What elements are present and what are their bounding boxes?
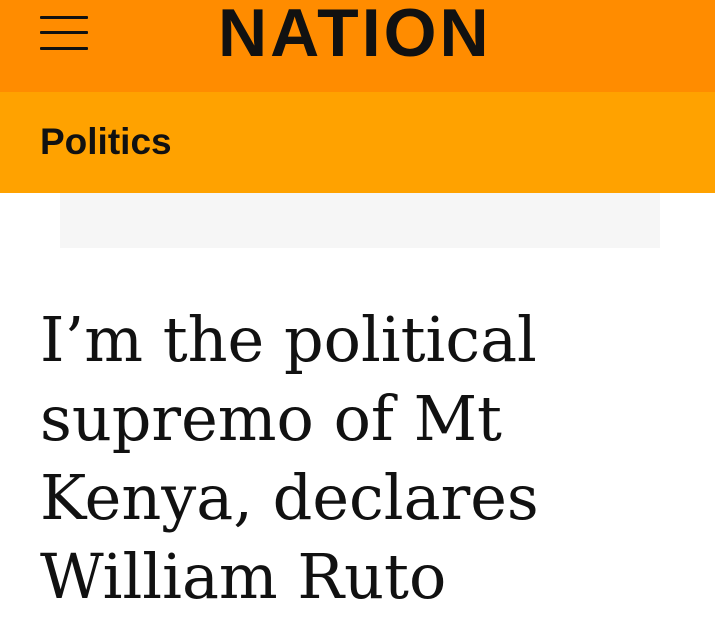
site-logo[interactable]: NATION <box>218 0 492 68</box>
article-headline: I’m the political supremo of Mt Kenya, d… <box>40 303 539 613</box>
ad-placeholder <box>60 193 660 248</box>
menu-line <box>40 47 88 50</box>
menu-line <box>40 16 88 19</box>
hamburger-menu-icon[interactable] <box>38 14 90 52</box>
section-label[interactable]: Politics <box>40 120 172 164</box>
menu-line <box>40 31 88 34</box>
